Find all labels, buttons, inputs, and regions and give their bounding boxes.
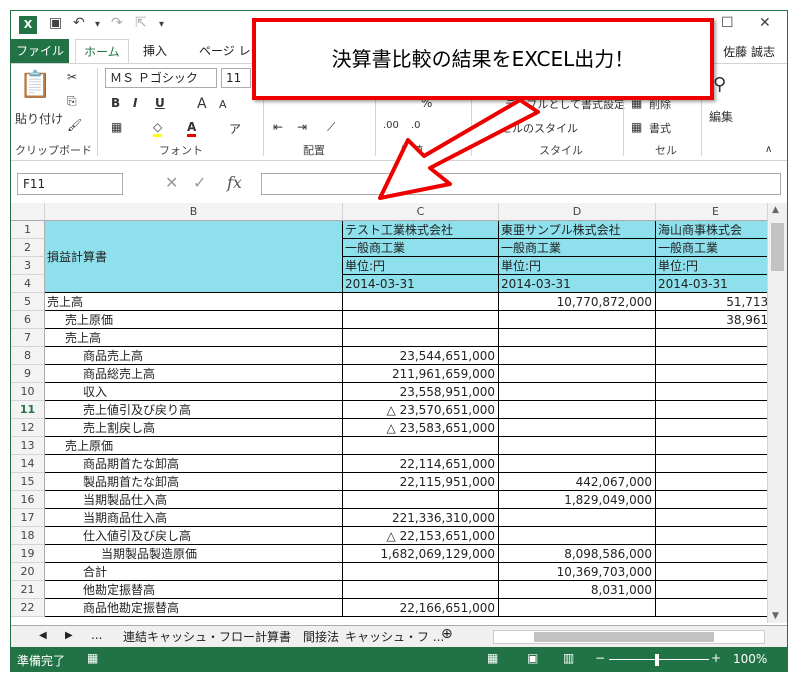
callout-arrow [378,98,540,200]
